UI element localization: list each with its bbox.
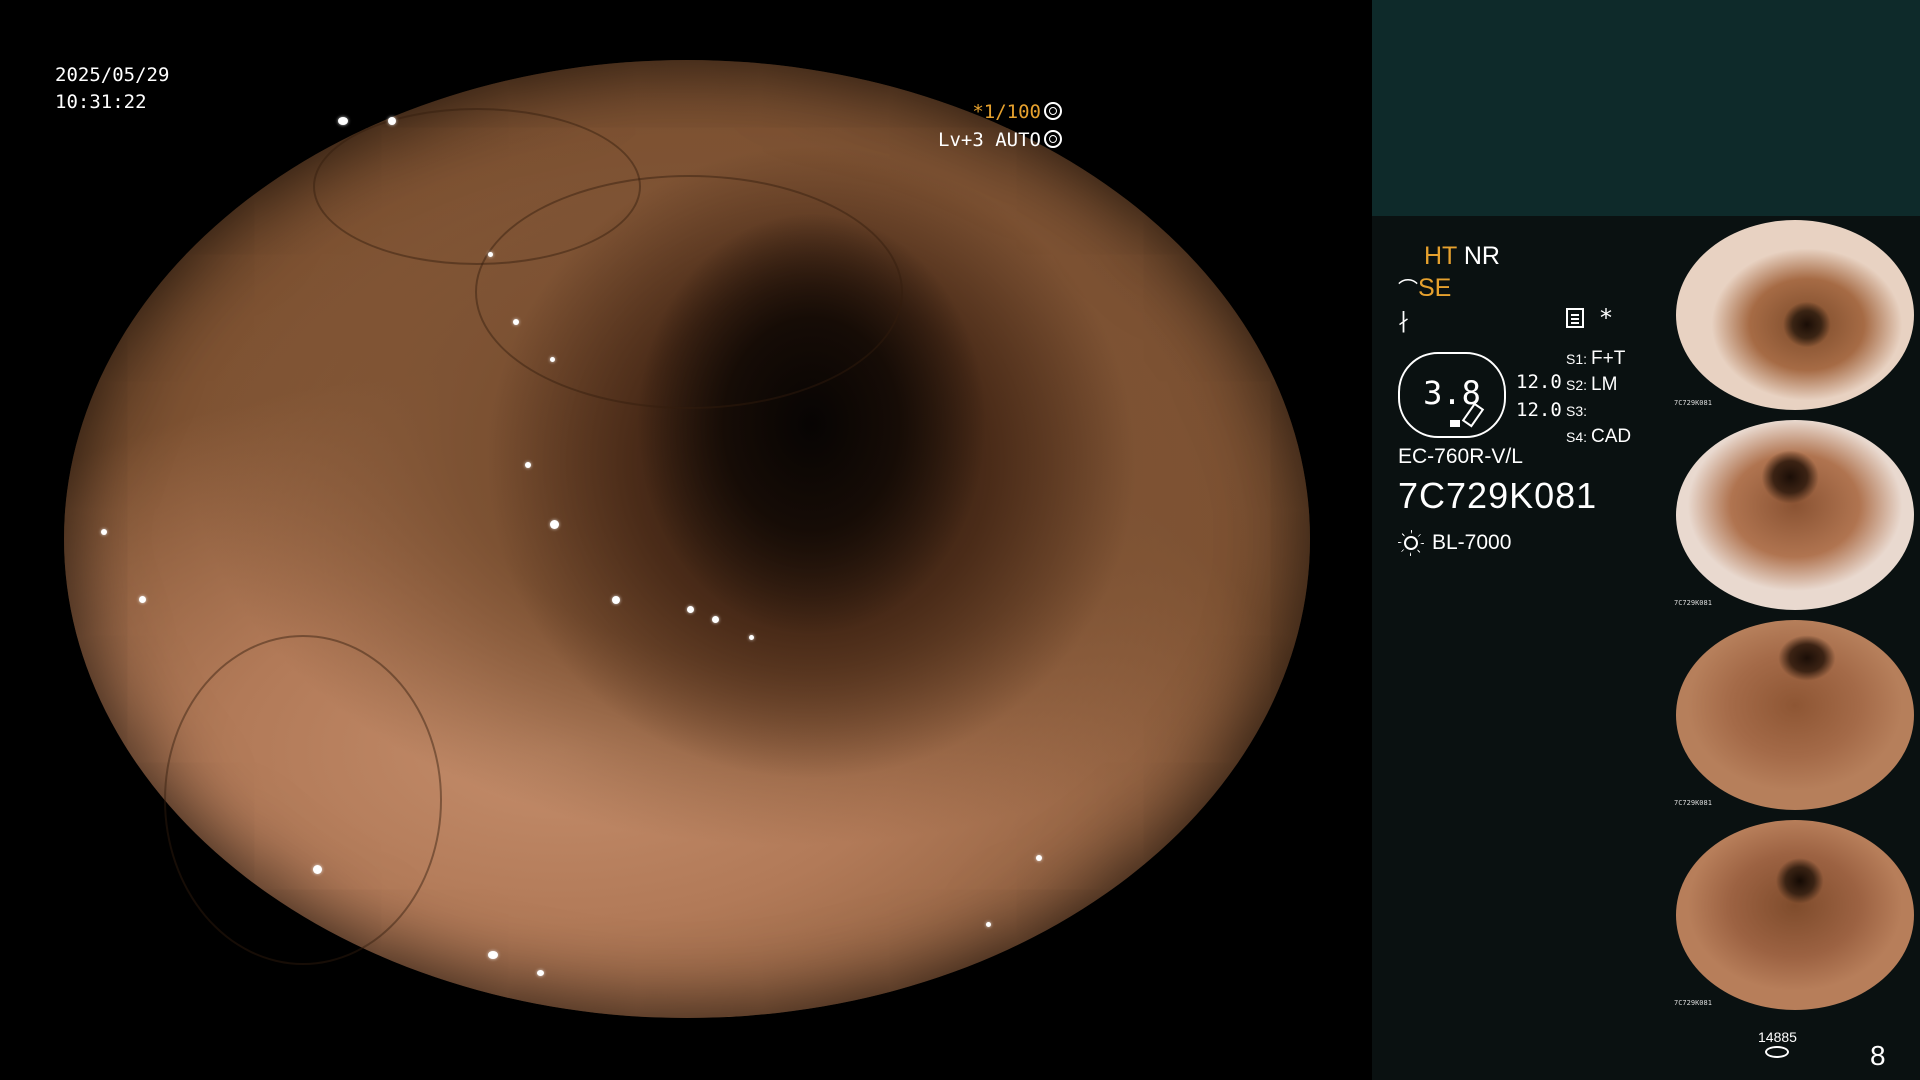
bubble [549,519,559,529]
panel-header-area [1372,0,1920,216]
bubble [537,970,545,977]
bubble [549,356,555,362]
ht-indicator: HT [1424,242,1457,270]
thumbnail-2[interactable]: 7C729K081 [1670,416,1920,616]
setting-row: S2: LM [1566,374,1618,395]
switch-settings: S1: F+T S2: LM S3: S4: CAD [1566,346,1631,450]
setting-row: S1: F+T [1566,348,1626,369]
capture-thumbnails: 7C729K081 7C729K081 7C729K081 7C729K081 [1670,216,1920,1016]
badge-value: 3.8 [1423,374,1481,412]
magnification-badge: 3.8 [1398,352,1506,438]
info-panel: HT NR ⌒SE ∤ * 3.8 12.0 12.0 S1: F+T S2: LM… [1372,0,1920,1080]
scope-serial: 7C729K081 [1398,475,1598,516]
setting-row: S3: [1566,403,1588,419]
endoscope-image [64,60,1310,1018]
bubble [986,922,992,928]
light-source-icon [1398,530,1424,556]
color-mode-icon: ∤ [1398,308,1409,333]
status-icons: * [1566,306,1612,330]
mucosa-fold [163,634,442,965]
mode-indicators: HT NR ⌒SE ∤ [1398,240,1698,336]
thumbnail-1[interactable]: 7C729K081 [1670,216,1920,416]
bubble [512,318,519,325]
scope-model: EC-760R-V/L [1398,445,1523,468]
se-indicator: SE [1418,274,1452,302]
shutter-text: *1/100 [972,101,1041,123]
storage-count: 14885 [1758,1029,1797,1045]
asterisk-icon: * [1600,304,1612,332]
document-icon [1566,308,1584,328]
bubble [487,251,493,257]
badge-numbers: 12.0 12.0 [1516,368,1562,424]
date-text: 2025/05/29 [55,64,170,86]
bubble [525,462,532,469]
badge-number-1: 12.0 [1516,371,1562,393]
bubble [101,529,108,536]
exposure-readout: *1/100 Lv+3 AUTO [938,98,1062,154]
light-source: BL-7000 [1398,530,1511,556]
auto-icon [1044,130,1062,148]
aperture-icon [1044,102,1062,120]
thumbnail-3[interactable]: 7C729K081 [1670,616,1920,816]
bubble [313,864,323,874]
thumbnail-caption: 7C729K081 [1674,399,1712,407]
thumbnail-image [1676,620,1914,810]
level-text: Lv+3 AUTO [938,129,1041,151]
light-source-label: BL-7000 [1432,531,1512,554]
thumbnail-4[interactable]: 7C729K081 [1670,816,1920,1016]
storage-counter: 14885 [1758,1030,1797,1058]
thumbnail-image [1676,420,1914,610]
badge-bar-icon [1450,420,1460,427]
thumbnail-caption: 7C729K081 [1674,799,1712,807]
mucosa-fold [475,174,903,409]
page-number: 8 [1870,1040,1886,1071]
thumbnail-caption: 7C729K081 [1674,999,1712,1007]
bubble [612,596,621,605]
badge-number-2: 12.0 [1516,399,1562,421]
thumbnail-image [1676,220,1914,410]
thumbnail-image [1676,820,1914,1010]
bubble [687,606,694,614]
nr-indicator: NR [1463,242,1500,270]
bubble [1035,855,1042,862]
endoscope-view: 2025/05/29 10:31:22 *1/100 Lv+3 AUTO [0,0,1372,1080]
setting-row: S4: CAD [1566,426,1632,447]
bubble [138,596,146,604]
bubble [338,117,349,126]
structure-enhance-icon: ⌒ [1398,279,1418,301]
thumbnail-caption: 7C729K081 [1674,599,1712,607]
bubble [711,615,719,623]
bubble [487,950,498,959]
bubble [749,634,755,640]
date-time-readout: 2025/05/29 10:31:22 [55,62,169,116]
disk-icon [1765,1046,1790,1058]
time-text: 10:31:22 [55,91,147,113]
